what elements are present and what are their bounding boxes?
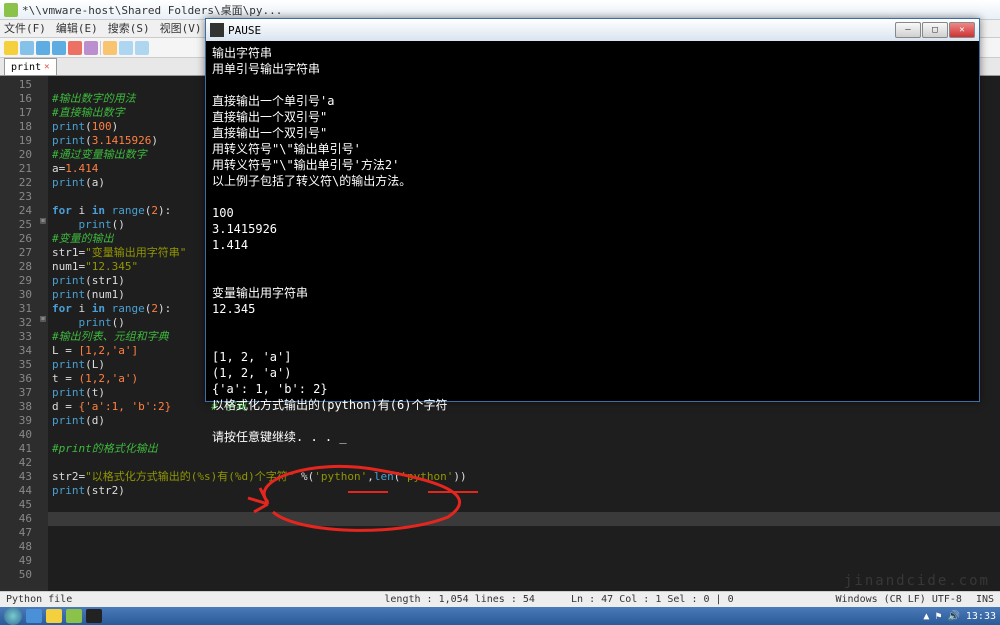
copy-icon[interactable]	[119, 41, 133, 55]
new-icon[interactable]	[4, 41, 18, 55]
save-icon[interactable]	[36, 41, 50, 55]
menu-view[interactable]: 视图(V)	[160, 20, 202, 37]
app-icon	[4, 3, 18, 17]
min-button[interactable]: —	[895, 22, 921, 38]
close-button[interactable]: ✕	[949, 22, 975, 38]
console-output: 输出字符串 用单引号输出字符串 直接输出一个单引号'a 直接输出一个双引号" 直…	[206, 41, 979, 449]
tab-print[interactable]: print ✕	[4, 58, 57, 75]
status-ins: INS	[976, 594, 994, 605]
paste-icon[interactable]	[135, 41, 149, 55]
status-pos: Ln : 47 Col : 1 Sel : 0 | 0	[571, 594, 734, 605]
start-button[interactable]	[4, 607, 22, 625]
max-button[interactable]: □	[922, 22, 948, 38]
menu-search[interactable]: 搜索(S)	[108, 20, 150, 37]
cmd-icon	[210, 23, 224, 37]
task-npp-icon[interactable]	[66, 609, 82, 623]
console-title-text: PAUSE	[228, 24, 895, 37]
clock[interactable]: 13:33	[966, 611, 996, 622]
statusbar: Python file length : 1,054 lines : 54 Ln…	[0, 591, 1000, 607]
status-length: length : 1,054 lines : 54	[384, 594, 535, 605]
saveall-icon[interactable]	[52, 41, 66, 55]
task-explorer-icon[interactable]	[46, 609, 62, 623]
close-icon[interactable]	[68, 41, 82, 55]
app-titlebar: *\\vmware-host\Shared Folders\桌面\py...	[0, 0, 1000, 20]
tray-arrow-icon[interactable]: ▲	[923, 611, 929, 622]
sep	[100, 41, 101, 55]
task-ie-icon[interactable]	[26, 609, 42, 623]
tab-close-icon[interactable]: ✕	[44, 62, 49, 72]
menu-edit[interactable]: 编辑(E)	[56, 20, 98, 37]
tray-vol-icon[interactable]: 🔊	[947, 611, 959, 622]
status-filetype: Python file	[6, 594, 283, 605]
console-window: PAUSE — □ ✕ 输出字符串 用单引号输出字符串 直接输出一个单引号'a …	[205, 18, 980, 402]
open-icon[interactable]	[20, 41, 34, 55]
tab-label: print	[11, 62, 41, 73]
console-titlebar[interactable]: PAUSE — □ ✕	[206, 19, 979, 41]
fold-gutter: ▣▣	[38, 76, 48, 591]
task-cmd-icon[interactable]	[86, 609, 102, 623]
tray-flag-icon[interactable]: ⚑	[935, 611, 941, 622]
menu-file[interactable]: 文件(F)	[4, 20, 46, 37]
cut-icon[interactable]	[103, 41, 117, 55]
taskbar: ▲ ⚑ 🔊 13:33	[0, 607, 1000, 625]
print-icon[interactable]	[84, 41, 98, 55]
watermark: jinandcide.com	[844, 573, 990, 589]
status-encoding: Windows (CR LF) UTF-8	[836, 594, 962, 605]
line-gutter: 1516171819202122232425262728293031323334…	[0, 76, 38, 591]
system-tray[interactable]: ▲ ⚑ 🔊 13:33	[923, 611, 996, 622]
window-title: *\\vmware-host\Shared Folders\桌面\py...	[22, 2, 282, 18]
